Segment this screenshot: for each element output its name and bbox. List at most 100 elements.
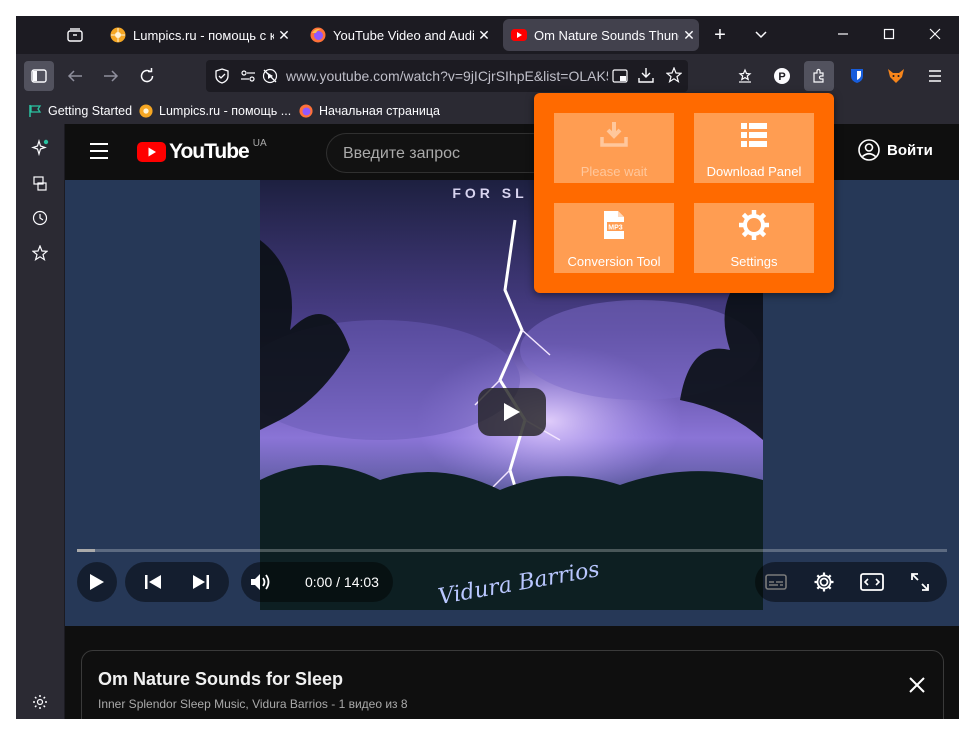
tab-title: Om Nature Sounds Thunder — [534, 27, 679, 43]
sidebar-toggle-button[interactable] — [24, 61, 54, 91]
theater-icon — [860, 573, 884, 591]
reload-button[interactable] — [132, 61, 162, 91]
ai-chatbot-button[interactable] — [27, 135, 53, 161]
search-placeholder: Введите запрос — [343, 145, 460, 162]
profile-p-button[interactable]: P — [767, 61, 797, 91]
mp3-file-icon: MP3 — [604, 211, 624, 239]
search-input[interactable]: Введите запрос — [326, 133, 552, 173]
guide-menu-button[interactable] — [89, 142, 109, 165]
list-panel-icon — [741, 123, 767, 147]
permissions-icon — [241, 70, 255, 82]
shield-b-icon — [851, 69, 863, 83]
previous-button[interactable] — [135, 562, 171, 602]
address-bar[interactable]: www.youtube.com/watch?v=9jICjrSIhpE&list… — [206, 60, 688, 92]
youtube-logo-text: YouTube — [169, 140, 250, 163]
arrow-left-icon — [67, 70, 82, 82]
bookmark-getting-started[interactable]: Getting Started — [28, 102, 132, 120]
tab-youtube[interactable]: Om Nature Sounds Thunder ✕ — [503, 19, 699, 51]
tile-label: Conversion Tool — [567, 254, 661, 269]
lumpics-icon — [139, 104, 153, 118]
reader-pocket-button[interactable] — [730, 61, 760, 91]
sparkle-icon — [31, 139, 49, 157]
forward-button[interactable] — [96, 61, 126, 91]
minimize-button[interactable] — [820, 16, 866, 52]
shield-icon — [215, 68, 229, 84]
reload-icon — [140, 68, 154, 83]
skip-next-icon — [193, 575, 209, 589]
p-badge-icon: P — [774, 68, 790, 84]
subtitles-button[interactable] — [759, 562, 793, 602]
app-menu-button[interactable] — [920, 61, 950, 91]
clock-icon — [32, 210, 48, 226]
youtube-logo[interactable]: YouTube UA — [137, 137, 267, 164]
please-wait-tile[interactable]: Please wait — [554, 113, 674, 183]
conversion-tool-tile[interactable]: MP3 Conversion Tool — [554, 203, 674, 273]
playlist-title: Om Nature Sounds for Sleep — [98, 669, 344, 689]
volume-icon — [251, 574, 270, 590]
download-panel-tile[interactable]: Download Panel — [694, 113, 814, 183]
tab-downloader[interactable]: YouTube Video and Audio Downloader ✕ — [302, 19, 494, 51]
bookmark-start-page[interactable]: Начальная страница — [299, 102, 440, 120]
sign-in-button[interactable]: Войти — [857, 138, 933, 162]
url-text: www.youtube.com/watch?v=9jICjrSIhpE&list… — [286, 68, 608, 84]
svg-text:P: P — [778, 71, 785, 83]
subtitles-icon — [765, 574, 787, 590]
browser-window: Lumpics.ru - помощь с компьютером ✕ YouT… — [16, 16, 959, 719]
arrow-right-icon — [104, 70, 119, 82]
extensions-button[interactable] — [804, 61, 834, 91]
history-button[interactable] — [27, 205, 53, 231]
settings-tile[interactable]: Settings — [694, 203, 814, 273]
play-icon — [504, 403, 520, 421]
new-tab-button[interactable]: + — [707, 22, 733, 48]
youtube-icon — [511, 29, 527, 41]
tile-label: Download Panel — [706, 164, 802, 179]
close-playlist-button[interactable] — [909, 677, 925, 698]
play-button[interactable] — [77, 562, 117, 602]
navigation-toolbar: www.youtube.com/watch?v=9jICjrSIhpE&list… — [16, 54, 959, 98]
gear-icon — [739, 210, 769, 240]
close-window-button[interactable] — [912, 16, 958, 52]
tab-list-icon — [67, 28, 83, 42]
tab-list-button[interactable] — [60, 22, 90, 48]
large-play-button[interactable] — [478, 388, 546, 436]
fox-extension-button[interactable] — [881, 61, 911, 91]
list-all-tabs-button[interactable] — [748, 22, 774, 48]
hamburger-icon — [90, 143, 108, 159]
tab-lumpics[interactable]: Lumpics.ru - помощь с компьютером ✕ — [102, 19, 294, 51]
sidebar-icon — [31, 69, 47, 83]
theater-mode-button[interactable] — [855, 562, 889, 602]
mute-button[interactable] — [245, 562, 277, 602]
hamburger-icon — [929, 70, 941, 82]
bookmark-label: Getting Started — [48, 104, 133, 118]
maximize-button[interactable] — [866, 16, 912, 52]
download-tray-icon — [600, 122, 628, 147]
customize-sidebar-button[interactable] — [27, 689, 53, 715]
svg-text:MP3: MP3 — [608, 225, 623, 232]
back-button[interactable] — [60, 61, 90, 91]
fullscreen-button[interactable] — [903, 562, 937, 602]
chevron-down-icon — [755, 31, 767, 39]
getting-started-icon — [29, 105, 42, 117]
close-tab-icon[interactable]: ✕ — [474, 27, 494, 44]
gear-icon — [814, 572, 834, 592]
account-icon — [858, 139, 880, 161]
close-tab-icon[interactable]: ✕ — [274, 27, 294, 44]
bookmark-star-icon[interactable] — [666, 67, 682, 83]
picture-in-picture-icon — [612, 69, 628, 83]
art-title-text: FOR SL — [452, 185, 527, 201]
bookmark-label: Lumpics.ru - помощь ... — [159, 104, 292, 118]
bitwarden-button[interactable] — [842, 61, 872, 91]
progress-bar[interactable] — [77, 549, 947, 552]
bookmark-lumpics[interactable]: Lumpics.ru - помощь ... — [139, 102, 291, 120]
next-button[interactable] — [183, 562, 219, 602]
close-icon — [909, 677, 925, 693]
ribbon-star-icon — [738, 68, 752, 83]
sign-in-label: Войти — [887, 141, 933, 159]
devices-icon — [33, 176, 47, 191]
region-code: UA — [252, 137, 267, 149]
synced-tabs-button[interactable] — [27, 170, 53, 196]
close-tab-icon[interactable]: ✕ — [679, 27, 699, 44]
bookmarks-sidebar-button[interactable] — [27, 240, 53, 266]
puzzle-icon — [813, 68, 824, 83]
settings-button[interactable] — [807, 562, 841, 602]
